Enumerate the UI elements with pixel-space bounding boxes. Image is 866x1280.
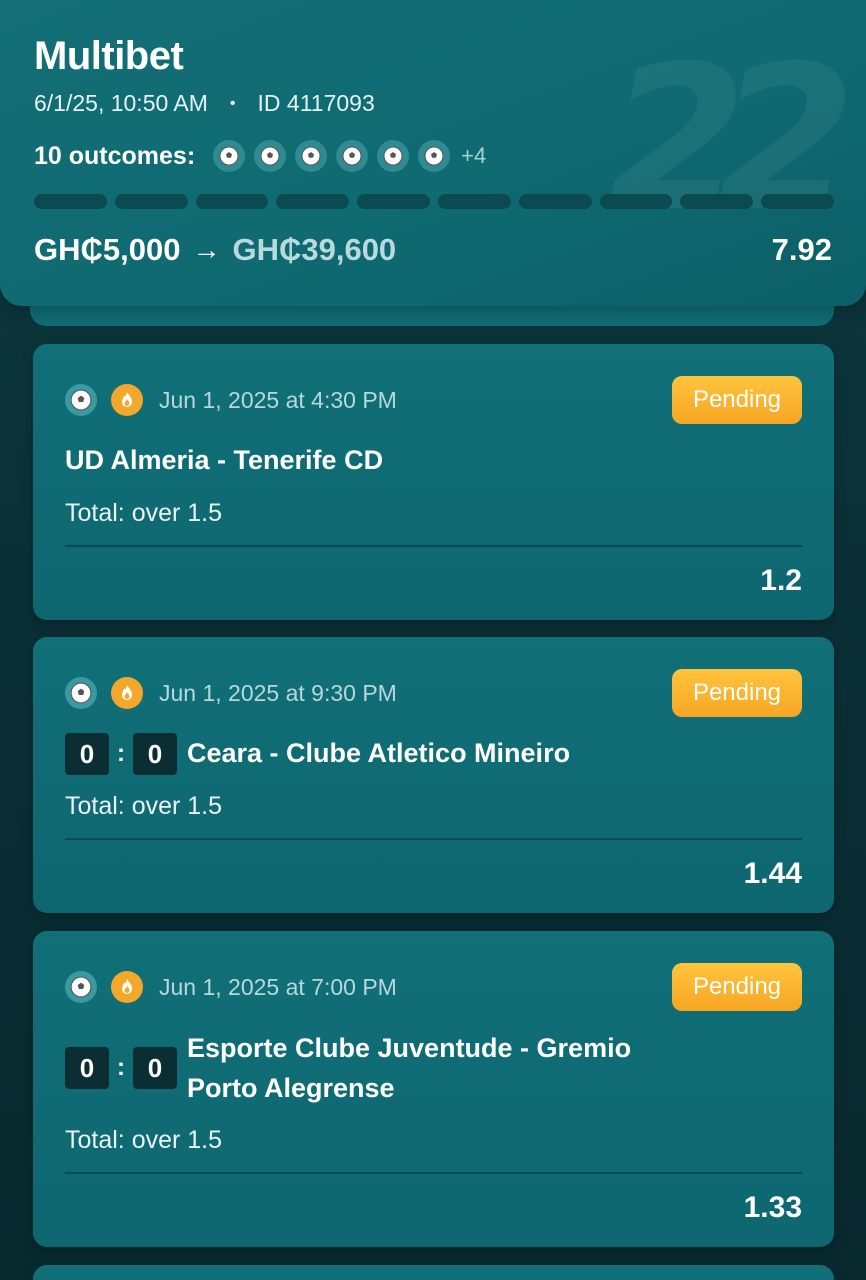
soccer-ball-icon [254,140,287,172]
soccer-ball-icon [336,140,369,172]
fire-icon [111,384,143,416]
bet-datetime: 6/1/25, 10:50 AM [34,90,208,116]
status-badge: Pending [672,963,802,1011]
event-datetime: Jun 1, 2025 at 9:30 PM [159,679,397,706]
soccer-ball-icon [295,140,328,172]
soccer-ball-icon [65,971,97,1003]
soccer-ball-icon [65,384,97,416]
watermark: 22 [607,23,856,256]
more-outcomes-count: +4 [461,143,487,168]
status-badge: Pending [672,669,802,717]
outcomes-label: 10 outcomes: [34,141,196,170]
match-name: UD Almeria - Tenerife CD [65,445,384,475]
match-name: Ceara - Clube Atletico Mineiro [187,738,571,768]
progress-segment [437,194,511,209]
divider [65,838,802,840]
outcomes-row: 10 outcomes: +4 [34,140,486,172]
score-separator: : [117,1054,125,1081]
soccer-ball-icon [213,140,246,172]
stake-row: GH₵5,000 → GH₵39,600 [34,232,396,268]
selection-card[interactable] [33,1265,834,1280]
progress-segment [761,194,834,209]
progress-segment [680,194,754,209]
event-datetime: Jun 1, 2025 at 4:30 PM [159,386,397,413]
away-score: 0 [133,733,177,775]
soccer-ball-icon [377,140,410,172]
selection-odds: 1.2 [760,564,802,597]
multibet-summary[interactable]: 22 Multibet 6/1/25, 10:50 AM • ID 411709… [0,0,866,306]
home-score: 0 [65,1047,109,1089]
fire-icon [111,971,143,1003]
home-score: 0 [65,733,109,775]
progress-segment [599,194,673,209]
potential-payout: GH₵39,600 [232,232,397,267]
progress-segment [518,194,592,209]
outcomes-progress [34,194,834,210]
bet-meta: 6/1/25, 10:50 AM • ID 4117093 [34,90,375,117]
match-name: Esporte Clube Juventude - Gremio Porto A… [187,1033,632,1103]
fire-icon [111,677,143,709]
progress-segment [195,194,269,209]
bet-id: ID 4117093 [257,90,375,116]
arrow-right-icon: → [192,234,221,265]
progress-segment [114,194,188,209]
selection-card[interactable]: Jun 1, 2025 at 7:00 PM Pending 0 : 0 Esp… [33,931,834,1247]
status-badge: Pending [672,376,802,424]
progress-segment [357,194,430,209]
live-score: 0 : 0 [65,733,177,775]
selection-header: Jun 1, 2025 at 9:30 PM [65,677,397,709]
market-label: Total: over 1.5 [65,499,223,527]
market-label: Total: over 1.5 [65,1126,223,1154]
selection-header: Jun 1, 2025 at 7:00 PM [65,971,397,1003]
stake-amount: GH₵5,000 [34,232,181,267]
selection-card[interactable]: Jun 1, 2025 at 9:30 PM Pending 0 : 0 Cea… [33,637,834,913]
selection-header: Jun 1, 2025 at 4:30 PM [65,384,397,416]
score-separator: : [117,740,125,767]
away-score: 0 [133,1047,177,1089]
bet-title: Multibet [34,34,184,78]
soccer-ball-icon [65,677,97,709]
divider [65,545,802,547]
progress-segment [276,194,350,209]
progress-segment [34,194,107,209]
divider [65,1172,802,1174]
soccer-ball-icon [418,140,451,172]
selection-odds: 1.44 [743,857,802,890]
market-label: Total: over 1.5 [65,792,223,820]
meta-separator: • [229,94,236,112]
selection-card[interactable]: Jun 1, 2025 at 4:30 PM Pending UD Almeri… [33,344,834,620]
event-datetime: Jun 1, 2025 at 7:00 PM [159,973,397,1000]
total-odds: 7.92 [771,232,832,267]
bet-details-page: 22 Multibet 6/1/25, 10:50 AM • ID 411709… [0,0,866,1280]
selection-odds: 1.33 [743,1191,802,1224]
live-score: 0 : 0 [65,1047,177,1089]
